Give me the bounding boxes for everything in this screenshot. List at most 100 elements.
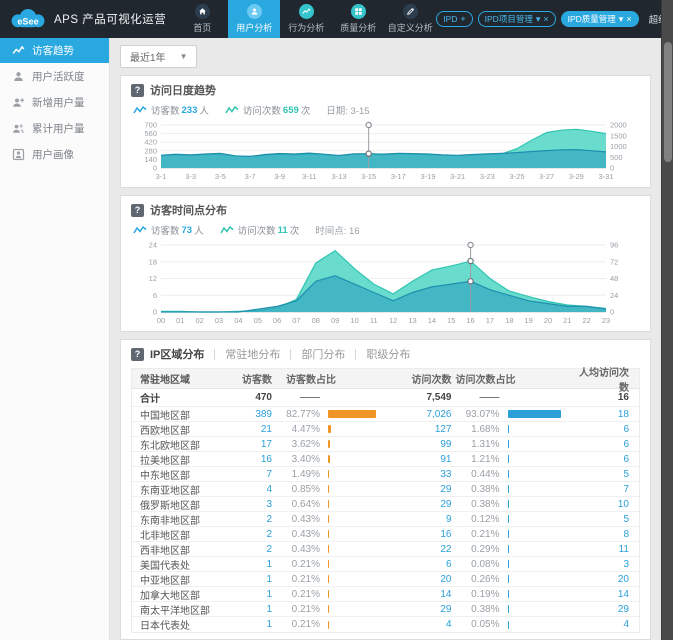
close-icon[interactable]: × xyxy=(626,14,631,24)
visits-count[interactable]: 127 xyxy=(396,424,452,435)
close-icon[interactable]: × xyxy=(543,14,548,24)
sidebar-item-total-users[interactable]: 累计用户量 xyxy=(0,115,109,141)
logo-text: eSee xyxy=(17,16,38,26)
sidebar-item-new-users[interactable]: 新增用户量 xyxy=(0,89,109,115)
col-region[interactable]: 常驻地区域 xyxy=(132,371,224,386)
svg-text:15: 15 xyxy=(447,316,455,325)
visits-pct: 0.05% xyxy=(471,619,500,630)
esee-logo[interactable]: eSee xyxy=(7,6,49,32)
help-icon[interactable]: ? xyxy=(131,347,144,361)
sidebar-item-visitor-trend[interactable]: 访客趋势 xyxy=(0,38,109,63)
visits-count[interactable]: 16 xyxy=(396,529,451,540)
region-name: 中国地区部 xyxy=(140,410,190,422)
table-row: 西非地区部 2 0.43% 22 0.29% 11 xyxy=(132,542,639,557)
svg-text:05: 05 xyxy=(254,316,262,325)
visits-count[interactable]: 4 xyxy=(396,619,452,630)
chevron-down-icon[interactable]: ▾ xyxy=(536,14,541,24)
nav-item-behavior-analysis[interactable]: 行为分析 xyxy=(280,0,332,38)
visitors-count[interactable]: 17 xyxy=(224,439,272,450)
plus-icon[interactable]: + xyxy=(460,14,465,24)
visits-pct: 0.38% xyxy=(471,498,500,510)
tab-department-distribution[interactable]: 部门分布 xyxy=(301,346,345,362)
scrollbar-thumb[interactable] xyxy=(664,42,672,162)
visits-count[interactable]: 20 xyxy=(396,574,451,585)
visitors-count[interactable]: 7 xyxy=(224,469,272,480)
svg-text:3-23: 3-23 xyxy=(480,172,495,181)
page-scrollbar[interactable] xyxy=(661,0,673,640)
project-pill-0[interactable]: IPD + xyxy=(436,11,473,27)
visitors-count[interactable]: 4 xyxy=(224,484,272,495)
tab-rank-distribution[interactable]: 职级分布 xyxy=(366,346,410,362)
legend-item[interactable]: 访问次数 11 次 xyxy=(219,223,299,237)
visitors-count[interactable]: 2 xyxy=(224,514,272,525)
avg-visits: 10 xyxy=(617,498,629,510)
col-avg-visits[interactable]: 人均访问次数 xyxy=(575,364,639,394)
project-pill-2[interactable]: IPD质量管理 ▾ × xyxy=(560,11,639,27)
series-line-icon xyxy=(133,105,147,114)
svg-text:10: 10 xyxy=(350,316,358,325)
sidebar-item-user-activity[interactable]: 用户活跃度 xyxy=(0,63,109,89)
tab-divider xyxy=(355,348,357,360)
visits-count[interactable]: 29 xyxy=(396,499,451,510)
visits-count[interactable]: 14 xyxy=(396,589,451,600)
nav-item-custom-analysis[interactable]: 自定义分析 xyxy=(384,0,436,38)
nav-item-quality-analysis[interactable]: 质量分析 xyxy=(332,0,384,38)
visits-count[interactable]: 29 xyxy=(396,484,451,495)
visits-count[interactable]: 33 xyxy=(396,469,451,480)
svg-text:0: 0 xyxy=(610,308,614,317)
visitors-count[interactable]: 2 xyxy=(224,529,272,540)
project-pill-1[interactable]: IPD项目管理 ▾ × xyxy=(477,11,556,27)
visits-count[interactable]: 22 xyxy=(396,544,451,555)
series-line-icon xyxy=(225,105,239,114)
visitors-count[interactable]: 1 xyxy=(224,574,272,585)
visits-pct-bar xyxy=(507,560,566,568)
tab-ip-region-distribution[interactable]: IP区域分布 xyxy=(150,346,204,362)
daily-trend-chart[interactable]: 014028042056070005001000150020003-1 3-3 3-… xyxy=(131,119,640,182)
visits-count[interactable]: 6 xyxy=(396,559,452,570)
visitors-count[interactable]: 470 xyxy=(224,392,272,403)
col-visitors[interactable]: 访客数 xyxy=(224,371,272,386)
visitors-pct-bar xyxy=(328,530,386,538)
visitors-count[interactable]: 389 xyxy=(224,409,272,420)
visits-count[interactable]: 29 xyxy=(396,604,451,615)
chevron-down-icon[interactable]: ▾ xyxy=(619,14,624,24)
svg-text:12: 12 xyxy=(389,316,397,325)
visitors-count[interactable]: 2 xyxy=(224,544,272,555)
table-row: 中亚地区部 1 0.21% 20 0.26% 20 xyxy=(132,572,639,587)
hourly-distribution-chart[interactable]: 0612182402448729600 01 02 03 04 05 06 07 08 09 10 1… xyxy=(131,239,640,326)
visitors-count[interactable]: 1 xyxy=(224,559,272,570)
visits-count[interactable]: 99 xyxy=(396,439,451,450)
svg-text:08: 08 xyxy=(312,316,320,325)
visitors-count[interactable]: 1 xyxy=(224,604,272,615)
visits-count[interactable]: 9 xyxy=(396,514,452,525)
help-icon[interactable]: ? xyxy=(131,83,144,97)
visitors-count[interactable]: 3 xyxy=(224,499,272,510)
sidebar-item-user-profile[interactable]: 用户画像 xyxy=(0,141,109,167)
visitors-count[interactable]: 16 xyxy=(224,454,272,465)
visitors-pct: 0.43% xyxy=(291,513,320,525)
tab-residence-distribution[interactable]: 常驻地分布 xyxy=(225,346,280,362)
visits-count[interactable]: 91 xyxy=(396,454,451,465)
visits-count[interactable]: 7,026 xyxy=(396,409,451,420)
col-visitors-pct[interactable]: 访客数占比 xyxy=(272,371,336,386)
visitors-count[interactable]: 1 xyxy=(224,589,272,600)
date-range-dropdown[interactable]: 最近1年 ▼ xyxy=(120,45,198,68)
visits-count[interactable]: 7,549 xyxy=(396,392,451,403)
legend-item[interactable]: 访问次数 659 次 xyxy=(225,103,310,117)
avg-visits: 6 xyxy=(623,438,629,450)
visitors-count[interactable]: 1 xyxy=(224,619,272,630)
visits-pct: 0.44% xyxy=(471,468,500,480)
legend-item[interactable]: 访客数 233 人 xyxy=(133,103,209,117)
table-row: 日本代表处 1 0.21% 4 0.05% 4 xyxy=(132,617,639,632)
trend-icon xyxy=(12,44,25,57)
svg-text:12: 12 xyxy=(149,274,157,283)
col-visits-pct[interactable]: 访问次数占比 xyxy=(452,371,516,386)
nav-item-home[interactable]: 首页 xyxy=(176,0,228,38)
legend-item[interactable]: 访客数 73 人 xyxy=(133,223,204,237)
help-icon[interactable]: ? xyxy=(131,203,144,217)
svg-text:16: 16 xyxy=(466,316,474,325)
svg-text:22: 22 xyxy=(582,316,590,325)
visitors-count[interactable]: 21 xyxy=(224,424,272,435)
col-visits[interactable]: 访问次数 xyxy=(396,371,452,386)
nav-item-user-analysis[interactable]: 用户分析 xyxy=(228,0,281,38)
